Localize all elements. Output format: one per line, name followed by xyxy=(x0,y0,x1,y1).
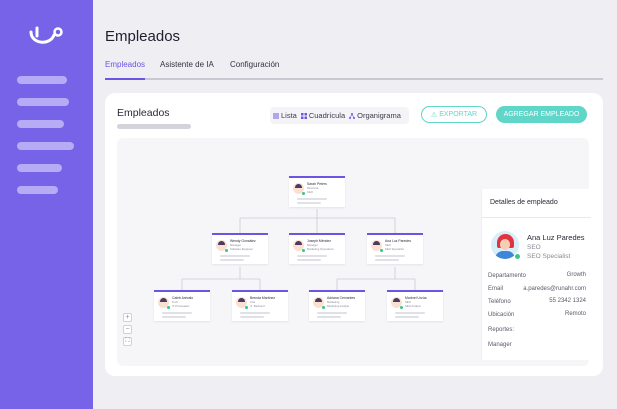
org-node-manager-3[interactable]: Ana Luz Paredes SEO SEO Specialist xyxy=(367,233,423,264)
tab-empleados[interactable]: Empleados xyxy=(105,60,145,69)
org-node-report-3[interactable]: Adriana Cervantes Marketing Marketing An… xyxy=(309,290,365,321)
node-placeholder-line xyxy=(375,259,399,261)
field-department-label: Departamento xyxy=(488,273,527,279)
node-placeholder-line xyxy=(297,255,327,257)
node-role-detail: Marketing Operations xyxy=(307,246,334,251)
field-phone-label: Teléfono xyxy=(488,299,511,305)
online-status-dot xyxy=(302,249,305,252)
org-chart-icon xyxy=(349,112,356,119)
node-placeholder-line xyxy=(162,312,192,314)
node-role-detail: CEO xyxy=(307,189,314,194)
view-list-label: Lista xyxy=(281,111,297,120)
fit-screen-button[interactable]: ⛶ xyxy=(123,337,132,346)
node-role-detail: SEO Analyst xyxy=(405,303,421,308)
field-email-value[interactable]: a.paredes@runahr.com xyxy=(523,286,586,292)
online-status-dot xyxy=(380,249,383,252)
field-phone-value: 55 2342 1324 xyxy=(549,298,586,304)
view-org-button[interactable]: Organigrama xyxy=(349,111,401,120)
sidebar-item-4[interactable] xyxy=(17,142,74,150)
org-node-report-4[interactable]: Marbrel Urzúa SEO SEO Analyst xyxy=(387,290,443,321)
node-placeholder-line xyxy=(395,312,425,314)
view-grid-button[interactable]: Cuadrícula xyxy=(300,111,346,120)
export-label: EXPORTAR xyxy=(439,111,478,118)
sidebar-item-2[interactable] xyxy=(17,98,69,106)
node-placeholder-line xyxy=(297,198,327,200)
sidebar-item-5[interactable] xyxy=(17,164,62,172)
org-node-report-2[interactable]: Brenda Martínez Arte Jr. Backend xyxy=(232,290,288,321)
tab-asistente-ia[interactable]: Asistente de IA xyxy=(160,60,214,69)
add-employee-button[interactable]: AGREGAR EMPLEADO xyxy=(496,106,587,123)
online-status-dot xyxy=(167,306,170,309)
node-placeholder-line xyxy=(297,202,321,204)
online-status-dot xyxy=(400,306,403,309)
field-email-label: Email xyxy=(488,286,504,292)
node-placeholder-line xyxy=(395,316,419,318)
node-placeholder-line xyxy=(220,255,250,257)
node-role-detail: Software Engineer xyxy=(230,246,254,251)
node-placeholder-line xyxy=(375,255,405,257)
export-icon: ⚠ xyxy=(430,111,438,119)
export-button[interactable]: ⚠ EXPORTAR xyxy=(421,106,487,123)
employees-card: Empleados Lista Cuadrícula Organigrama ⚠… xyxy=(105,93,603,376)
tab-configuracion[interactable]: Configuración xyxy=(230,60,279,69)
employee-name: Ana Luz Paredes xyxy=(527,233,585,242)
view-grid-label: Cuadrícula xyxy=(308,111,346,120)
detail-panel-title: Detalles de empleado xyxy=(482,189,591,218)
zoom-in-button[interactable]: + xyxy=(123,313,132,322)
online-status-dot xyxy=(245,306,248,309)
employee-detail-panel: Detalles de empleado Ana Luz Paredes SEO… xyxy=(481,189,591,360)
node-placeholder-line xyxy=(317,316,341,318)
org-node-manager-2[interactable]: Joseph Méndez Manager Marketing Operatio… xyxy=(289,233,345,264)
org-node-manager-1[interactable]: Wendy González Manager Software Engineer xyxy=(212,233,268,264)
node-placeholder-line xyxy=(240,312,270,314)
org-node-report-1[interactable]: Caleb Arévalo Tech IT Procesador xyxy=(154,290,210,321)
field-department-value: Growth xyxy=(566,272,586,278)
sidebar-item-3[interactable] xyxy=(17,120,64,128)
active-tab-indicator xyxy=(105,78,145,80)
employee-role: SEO xyxy=(527,244,541,251)
online-status-dot xyxy=(302,192,305,195)
tab-bar: Empleados Asistente de IA Configuración xyxy=(105,58,603,80)
page-title: Empleados xyxy=(105,28,181,45)
field-location-label: Ubicación xyxy=(488,312,515,318)
node-role-detail: Jr. Backend xyxy=(250,303,265,308)
org-node-root[interactable]: Sarah Peters Directora CEO xyxy=(289,176,345,207)
field-manager-label: Manager xyxy=(488,342,512,348)
online-status-dot xyxy=(322,306,325,309)
card-title: Empleados xyxy=(117,107,170,119)
view-org-label: Organigrama xyxy=(357,111,401,120)
node-role-detail: Marketing Analyst xyxy=(327,303,350,308)
node-role-detail: SEO Specialist xyxy=(385,246,404,251)
node-role-detail: IT Procesador xyxy=(172,303,190,308)
field-location-value: Remoto xyxy=(564,311,586,317)
sidebar-item-6[interactable] xyxy=(17,186,58,194)
node-placeholder-line xyxy=(162,316,186,318)
online-status-dot xyxy=(225,249,228,252)
view-list-button[interactable]: Lista xyxy=(273,111,297,120)
grid-icon xyxy=(300,112,307,119)
node-placeholder-line xyxy=(297,259,321,261)
list-icon xyxy=(273,113,279,118)
online-status-dot xyxy=(514,253,521,260)
brand-logo-icon[interactable] xyxy=(28,26,66,50)
node-placeholder-line xyxy=(240,316,264,318)
view-toggle: Lista Cuadrícula Organigrama xyxy=(270,107,409,124)
node-placeholder-line xyxy=(317,312,347,314)
employee-position: SEO Specialist xyxy=(527,253,571,260)
node-placeholder-line xyxy=(220,259,244,261)
sidebar-item-1[interactable] xyxy=(17,76,67,84)
sidebar xyxy=(0,0,93,409)
zoom-out-button[interactable]: − xyxy=(123,325,132,334)
field-reports-label: Reportes: xyxy=(488,327,515,333)
card-subtitle-placeholder xyxy=(117,124,191,129)
